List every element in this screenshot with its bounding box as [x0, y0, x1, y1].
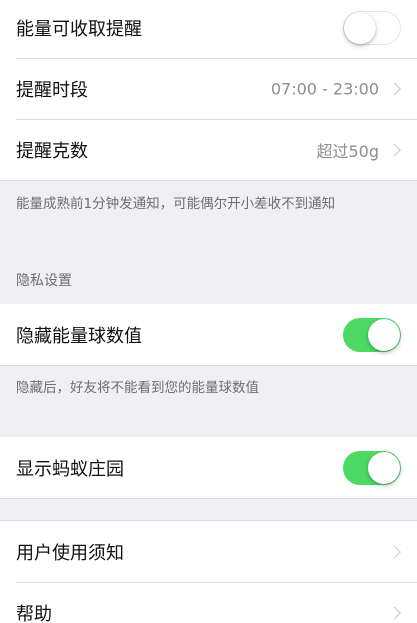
- help-label: 帮助: [16, 603, 52, 623]
- privacy-footnote: 隐藏后，好友将不能看到您的能量球数值: [16, 380, 259, 396]
- info-group: 用户使用须知 帮助: [0, 521, 417, 623]
- energy-footnote: 能量成熟前1分钟发通知，可能偶尔开小差收不到通知: [16, 196, 336, 212]
- manor-group: 显示蚂蚁庄园: [0, 437, 417, 498]
- help-row[interactable]: 帮助: [0, 582, 417, 623]
- energy-reminder-row: 能量可收取提醒: [0, 0, 417, 58]
- show-manor-row: 显示蚂蚁庄园: [0, 437, 417, 498]
- user-terms-row[interactable]: 用户使用须知: [0, 521, 417, 582]
- divider: [0, 498, 417, 499]
- divider: [0, 180, 417, 181]
- show-manor-label: 显示蚂蚁庄园: [16, 458, 124, 480]
- energy-reminder-switch[interactable]: [343, 10, 401, 45]
- hide-energy-label: 隐藏能量球数值: [16, 325, 142, 347]
- chevron-right-icon: [388, 606, 401, 619]
- settings-page: 能量可收取提醒 提醒时段 07:00 - 23:00 提醒克数 超过50g 能量…: [0, 0, 417, 623]
- divider: [0, 365, 417, 366]
- reminder-time-row[interactable]: 提醒时段 07:00 - 23:00: [0, 58, 417, 119]
- privacy-section-header: 隐私设置: [16, 273, 72, 289]
- switch-knob: [344, 11, 376, 44]
- hide-energy-switch[interactable]: [343, 317, 401, 352]
- chevron-right-icon: [388, 545, 401, 558]
- switch-knob: [368, 318, 400, 351]
- privacy-group: 隐藏能量球数值: [0, 304, 417, 365]
- hide-energy-row: 隐藏能量球数值: [0, 304, 417, 365]
- reminder-grams-row[interactable]: 提醒克数 超过50g: [0, 119, 417, 180]
- energy-reminder-group: 能量可收取提醒 提醒时段 07:00 - 23:00 提醒克数 超过50g: [0, 0, 417, 180]
- chevron-right-icon: [388, 143, 401, 156]
- show-manor-switch[interactable]: [343, 450, 401, 485]
- reminder-grams-label: 提醒克数: [16, 140, 88, 162]
- switch-knob: [368, 451, 400, 484]
- user-terms-label: 用户使用须知: [16, 542, 124, 564]
- chevron-right-icon: [388, 82, 401, 95]
- reminder-time-value: 07:00 - 23:00: [270, 79, 379, 98]
- reminder-time-label: 提醒时段: [16, 79, 88, 101]
- energy-reminder-label: 能量可收取提醒: [16, 18, 142, 40]
- reminder-grams-value: 超过50g: [316, 141, 379, 161]
